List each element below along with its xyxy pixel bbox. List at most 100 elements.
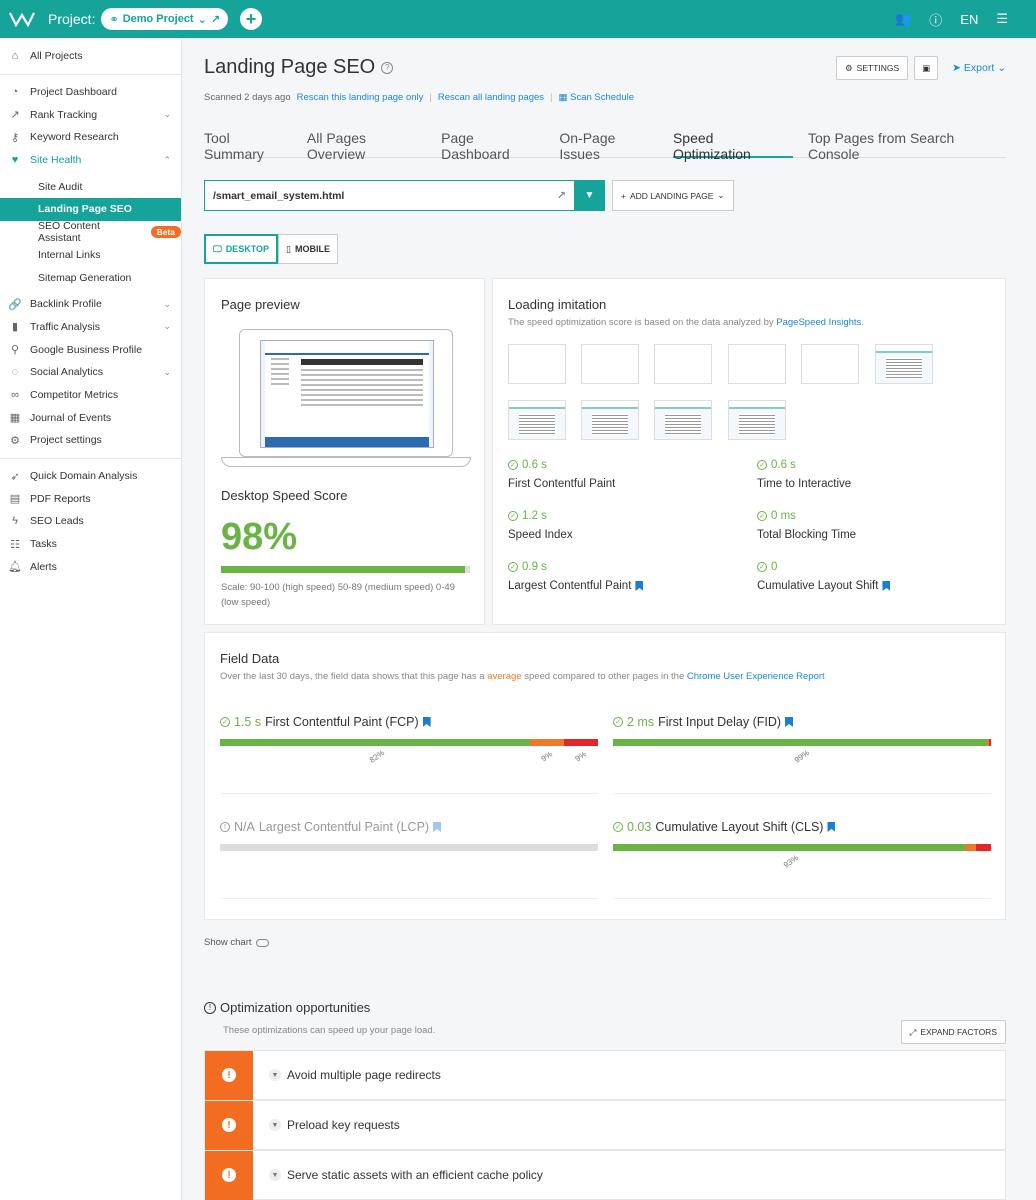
sidebar-item-google-business-profile[interactable]: ⚲ Google Business Profile bbox=[0, 338, 181, 361]
scan-schedule-label: Scan Schedule bbox=[570, 92, 635, 103]
sidebar-item-backlink-profile[interactable]: 🔗 Backlink Profile ⌄ bbox=[0, 293, 181, 316]
bookmark-icon[interactable] bbox=[635, 581, 644, 591]
loading-frame bbox=[875, 344, 933, 384]
chevron-down-icon[interactable]: ▼ bbox=[269, 1069, 281, 1081]
loading-frame bbox=[581, 344, 639, 384]
bars-icon: ▮ bbox=[11, 321, 19, 334]
bookmark-icon[interactable] bbox=[785, 717, 794, 727]
sidebar-item-quick-domain-analysis[interactable]: ➶ Quick Domain Analysis bbox=[0, 465, 181, 488]
help-icon[interactable]: ? bbox=[381, 61, 394, 74]
chevron-down-icon[interactable]: ▼ bbox=[269, 1169, 281, 1181]
mobile-label: MOBILE bbox=[294, 244, 330, 254]
chat-icon: ◌ bbox=[11, 366, 19, 379]
sidebar-item-landing-page-seo[interactable]: Landing Page SEO bbox=[0, 198, 181, 221]
tab-page-dashboard[interactable]: Page Dashboard bbox=[441, 128, 544, 162]
tab-tool-summary[interactable]: Tool Summary bbox=[204, 128, 292, 162]
bookmark-icon[interactable] bbox=[827, 822, 836, 832]
export-button[interactable]: ➤ Export ⌄ bbox=[944, 62, 1006, 74]
pagespeed-insights-link[interactable]: PageSpeed Insights bbox=[776, 317, 861, 328]
users-icon[interactable]: 👥 bbox=[895, 11, 911, 27]
tab-top-pages-search-console[interactable]: Top Pages from Search Console bbox=[808, 128, 1006, 162]
sidebar-item-label: Rank Tracking bbox=[30, 108, 98, 121]
landing-page-selector[interactable]: /smart_email_system.html ↗ ▼ bbox=[204, 180, 605, 211]
sidebar-item-label: Traffic Analysis bbox=[30, 320, 101, 333]
metric-value: 0.9 s bbox=[522, 561, 547, 573]
mobile-toggle[interactable]: ▯ MOBILE bbox=[278, 234, 338, 264]
external-link-icon[interactable]: ↗ bbox=[211, 13, 220, 26]
speed-score-title: Desktop Speed Score bbox=[221, 488, 348, 503]
heart-icon: ♥ bbox=[11, 154, 19, 167]
sidebar-item-label: Landing Page SEO bbox=[38, 203, 132, 216]
metric-value: 0 bbox=[771, 561, 778, 573]
bookmark-icon[interactable] bbox=[882, 581, 891, 591]
rescan-page-link[interactable]: Rescan this landing page only bbox=[297, 92, 424, 103]
help-icon[interactable]: ⓘ bbox=[929, 10, 942, 29]
speed-score-bar bbox=[221, 566, 470, 573]
settings-button[interactable]: ⚙ SETTINGS bbox=[836, 56, 909, 80]
desktop-label: DESKTOP bbox=[225, 244, 270, 254]
sidebar-item-keyword-research[interactable]: ⚷ Keyword Research bbox=[0, 126, 181, 149]
bookmark-icon[interactable] bbox=[433, 822, 442, 832]
metric-value: 0 ms bbox=[771, 510, 796, 522]
scanned-text: Scanned 2 days ago bbox=[204, 92, 291, 103]
sidebar-item-pdf-reports[interactable]: ▤ PDF Reports bbox=[0, 487, 181, 510]
sidebar-item-site-health[interactable]: ♥ Site Health ⌃ bbox=[0, 149, 181, 172]
sidebar-item-site-audit[interactable]: Site Audit bbox=[0, 175, 181, 198]
sidebar-item-journal-of-events[interactable]: ▦ Journal of Events bbox=[0, 406, 181, 429]
sidebar-item-sitemap-generation[interactable]: Sitemap Generation bbox=[0, 266, 181, 289]
chevron-down-icon[interactable]: ▼ bbox=[269, 1119, 281, 1131]
beta-badge: Beta bbox=[150, 226, 181, 239]
sidebar-item-alerts[interactable]: 🔔︎ Alerts bbox=[0, 555, 181, 578]
sidebar-item-traffic-analysis[interactable]: ▮ Traffic Analysis ⌄ bbox=[0, 316, 181, 339]
scan-schedule-link[interactable]: ▦ Scan Schedule bbox=[558, 92, 634, 103]
tab-on-page-issues[interactable]: On-Page Issues bbox=[559, 128, 658, 162]
distribution-labels: 99% bbox=[613, 746, 991, 766]
sidebar-item-competitor-metrics[interactable]: ∞ Competitor Metrics bbox=[0, 384, 181, 407]
menu-icon[interactable]: ☰ bbox=[996, 11, 1008, 27]
toggle-switch-icon[interactable] bbox=[255, 938, 269, 947]
sidebar-item-internal-links[interactable]: Internal Links bbox=[0, 244, 181, 267]
tab-speed-optimization[interactable]: Speed Optimization bbox=[672, 128, 793, 162]
opportunity-row[interactable]: ! ▼ Avoid multiple page redirects bbox=[204, 1050, 1006, 1100]
sidebar-item-tasks[interactable]: ☷ Tasks bbox=[0, 533, 181, 556]
calendar-icon: ▦ bbox=[9, 412, 21, 425]
sidebar-item-label: SEO Leads bbox=[30, 515, 84, 528]
logo-icon[interactable] bbox=[8, 9, 38, 29]
speed-score-bar-fill bbox=[221, 566, 466, 573]
sidebar-item-social-analytics[interactable]: ◌ Social Analytics ⌄ bbox=[0, 361, 181, 384]
sidebar-item-all-projects[interactable]: ⌂ All Projects bbox=[0, 45, 181, 68]
metric-largest-contentful-paint: ✓ 0.9 s Largest Contentful Paint bbox=[508, 561, 644, 592]
field-metric-value: 1.5 s bbox=[234, 715, 262, 729]
external-link-icon[interactable]: ↗ bbox=[557, 189, 566, 202]
sidebar-item-label: Competitor Metrics bbox=[30, 388, 119, 401]
opportunity-row[interactable]: ! ▼ Preload key requests bbox=[204, 1100, 1006, 1150]
show-chart-toggle[interactable]: Show chart bbox=[204, 937, 269, 948]
metric-value: 0.6 s bbox=[771, 459, 796, 471]
project-selector[interactable]: ⚭ Demo Project ⌄ ↗ bbox=[101, 8, 229, 30]
field-metric-value: 2 ms bbox=[627, 715, 655, 729]
opportunity-label: Avoid multiple page redirects bbox=[287, 1068, 441, 1082]
chevron-down-icon[interactable]: ▼ bbox=[574, 180, 605, 211]
show-chart-label: Show chart bbox=[204, 937, 252, 948]
field-metric-value: N/A bbox=[234, 820, 255, 834]
rescan-all-link[interactable]: Rescan all landing pages bbox=[438, 92, 544, 103]
calendar-icon: ▦ bbox=[558, 92, 568, 103]
add-project-button[interactable]: + bbox=[240, 8, 263, 30]
sidebar-item-project-settings[interactable]: ⚙ Project settings bbox=[0, 429, 181, 452]
settings-label: SETTINGS bbox=[856, 63, 900, 73]
bookmark-icon[interactable] bbox=[422, 717, 431, 727]
sidebar-item-rank-tracking[interactable]: ↗ Rank Tracking ⌄ bbox=[0, 103, 181, 126]
chrome-ux-report-link[interactable]: Chrome User Experience Report bbox=[687, 671, 825, 682]
sidebar-item-seo-leads[interactable]: ϟ SEO Leads bbox=[0, 510, 181, 533]
calendar-button[interactable]: ▣ bbox=[914, 56, 939, 80]
sidebar-item-seo-content-assistant[interactable]: SEO Content Assistant Beta bbox=[0, 220, 181, 244]
language-selector[interactable]: EN bbox=[960, 12, 978, 27]
field-data-card: Field Data Over the last 30 days, the fi… bbox=[204, 632, 1006, 920]
opportunity-row[interactable]: ! ▼ Serve static assets with an efficien… bbox=[204, 1150, 1006, 1200]
add-landing-page-button[interactable]: + ADD LANDING PAGE ⌄ bbox=[612, 180, 734, 211]
field-data-title: Field Data bbox=[220, 651, 280, 666]
tab-all-pages-overview[interactable]: All Pages Overview bbox=[307, 128, 426, 162]
expand-factors-button[interactable]: ⤢ EXPAND FACTORS bbox=[900, 1020, 1006, 1044]
desktop-toggle[interactable]: 🖵 DESKTOP bbox=[204, 234, 279, 264]
sidebar-item-project-dashboard[interactable]: ◔ Project Dashboard bbox=[0, 81, 181, 104]
